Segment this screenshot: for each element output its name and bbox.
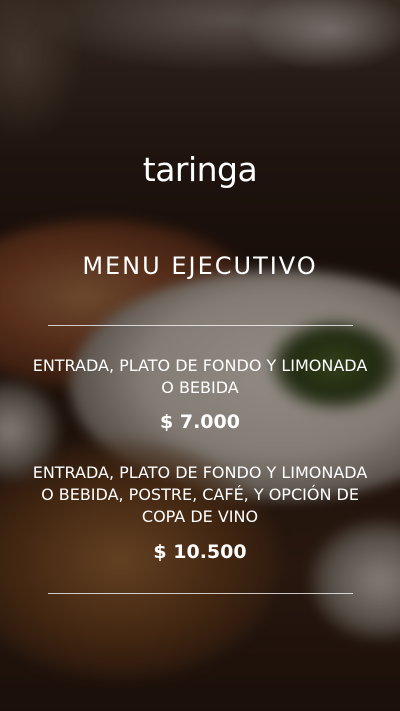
divider-bottom	[48, 593, 353, 594]
menu-screen: taringa MENU EJECUTIVO ENTRADA, PLATO DE…	[0, 0, 400, 711]
taringa-logo: taringa	[142, 150, 258, 189]
page-title: MENU EJECUTIVO	[82, 252, 318, 280]
menu-option-2-price: $ 10.500	[153, 541, 247, 563]
menu-option-2-description: ENTRADA, PLATO DE FONDO Y LIMONADA O BEB…	[32, 463, 368, 526]
menu-option-1-description: ENTRADA, PLATO DE FONDO Y LIMONADA O BEB…	[32, 356, 368, 397]
menu-option-1-price: $ 7.000	[160, 411, 240, 433]
menu-content: taringa MENU EJECUTIVO ENTRADA, PLATO DE…	[0, 0, 400, 711]
divider-top	[48, 325, 353, 326]
